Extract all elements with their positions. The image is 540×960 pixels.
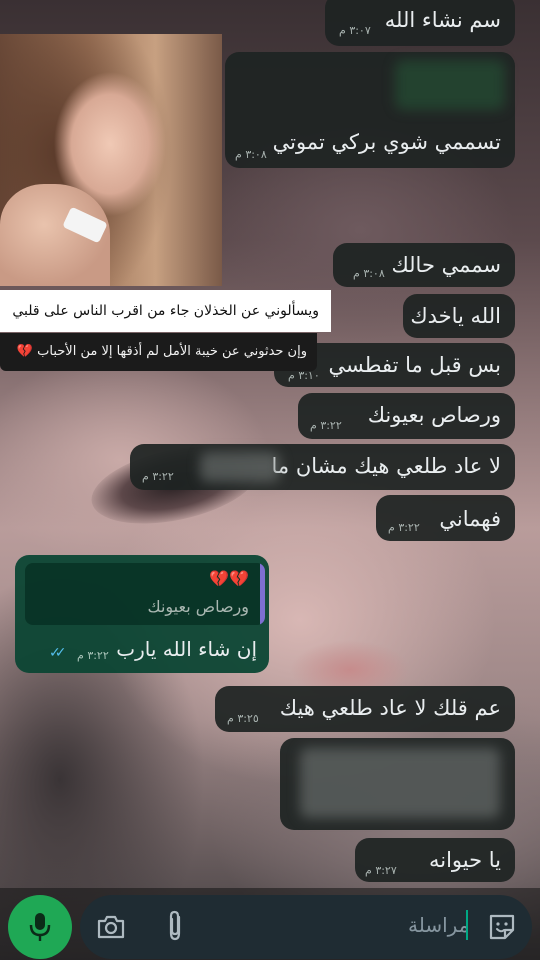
message-time: ٣:٢٥ م [227,712,259,725]
hidden-content [395,60,505,110]
quote-bar [260,563,265,625]
sticker-icon[interactable] [487,912,517,942]
read-ticks-icon: ✓✓ [49,645,67,661]
message-text: تسممي شوي بركي تموتي [272,130,501,154]
quoted-message[interactable]: 💔💔 ورصاص بعيونك [25,563,265,625]
message-bubble[interactable]: فهماني ٣:٢٢ م [376,495,515,541]
message-text: الله ياخدك [410,304,501,328]
message-bubble[interactable]: لا عاد طلعي هيك مشان ما ٣:٢٢ م [130,444,515,490]
message-text: سممي حالك [391,253,501,277]
message-text: لا عاد طلعي هيك مشان ما [271,454,502,478]
blurred-message-bubble[interactable] [280,738,515,830]
message-bubble[interactable]: سم نشاء الله ٣:٠٧ م [325,0,515,46]
message-time: ٣:٠٧ م [339,24,371,37]
message-bubble[interactable]: سممي حالك ٣:٠٨ م [333,243,515,287]
message-text: بس قبل ما تفطسي [328,353,501,377]
overlay-caption-line2: وإن حدثوني عن خيبة الأمل لم أذقها إلا من… [0,333,317,371]
message-time: ٣:٢٢ م [142,470,174,483]
message-bubble[interactable]: الله ياخدك [403,294,515,338]
microphone-icon [29,913,51,941]
overlay-photo [0,34,222,286]
sent-message-text: إن شاء الله يارب [116,637,257,661]
hidden-content [200,452,280,482]
message-bubble[interactable]: تسممي شوي بركي تموتي ٣:٠٨ م [225,52,515,168]
message-input-placeholder: مراسلة [408,913,470,937]
paperclip-icon[interactable] [164,909,186,943]
sent-message-time: ٣:٢٢ م [77,649,109,662]
message-time: ٣:٢٢ م [388,521,420,534]
text-cursor [466,910,468,940]
message-bubble[interactable]: يا حيوانه ٣:٢٧ م [355,838,515,882]
message-text: عم قلك لا عاد طلعي هيك [279,696,501,720]
overlay-caption-line1: ويسألوني عن الخذلان جاء من اقرب الناس عل… [0,290,331,332]
camera-icon[interactable] [96,914,126,940]
sent-message-bubble[interactable]: 💔💔 ورصاص بعيونك إن شاء الله يارب ٣:٢٢ م … [15,555,269,673]
message-text: فهماني [439,507,501,531]
message-text: ورصاص بعيونك [367,403,501,427]
message-text: يا حيوانه [428,848,501,872]
message-time: ٣:٠٨ م [353,267,385,280]
microphone-button[interactable] [8,895,72,959]
message-time: ٣:٢٢ م [310,419,342,432]
quoted-text: ورصاص بعيونك [147,597,249,616]
hidden-content [300,748,500,818]
message-bubble[interactable]: عم قلك لا عاد طلعي هيك ٣:٢٥ م [215,686,515,732]
message-text: سم نشاء الله [384,8,501,32]
message-bubble[interactable]: ورصاص بعيونك ٣:٢٢ م [298,393,515,439]
message-time: ٣:٢٧ م [365,864,397,877]
message-time: ٣:٠٨ م [235,148,267,161]
quoted-emoji: 💔💔 [209,569,249,588]
